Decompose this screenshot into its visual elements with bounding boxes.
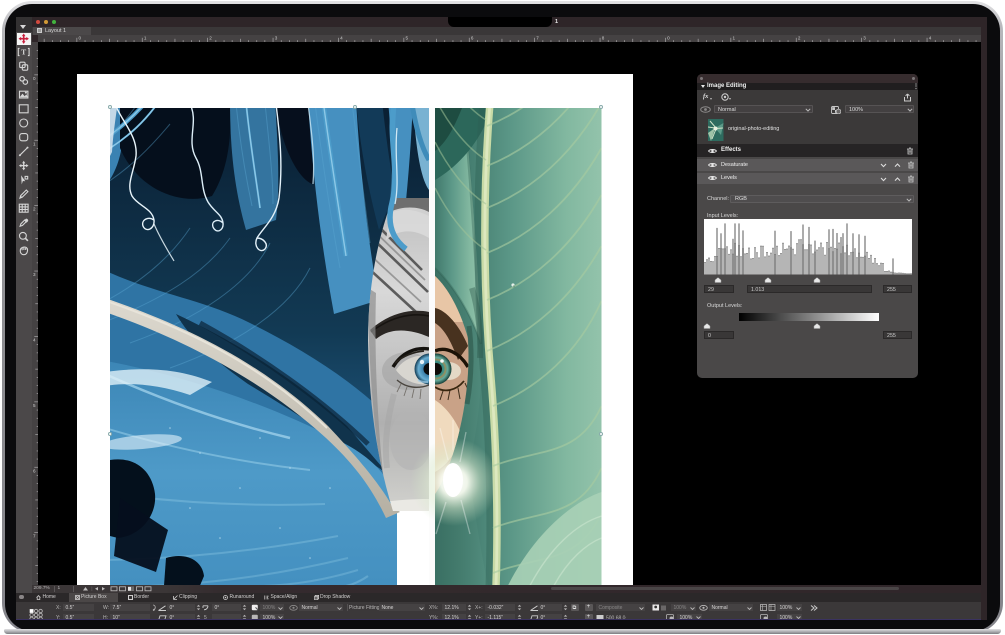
- svg-text:3: 3: [863, 35, 866, 40]
- svg-text:T: T: [21, 48, 26, 57]
- svg-text:4: 4: [340, 35, 343, 40]
- svg-text:4: 4: [929, 35, 932, 40]
- svg-text:4: 4: [33, 337, 36, 342]
- svg-text:5: 5: [33, 402, 36, 407]
- svg-text:0: 0: [667, 35, 670, 40]
- svg-text:6: 6: [33, 468, 36, 473]
- svg-text:3: 3: [33, 272, 36, 277]
- svg-text:0: 0: [33, 75, 36, 80]
- svg-text:8: 8: [602, 35, 605, 40]
- svg-text:7: 7: [33, 533, 36, 538]
- svg-text:5: 5: [406, 35, 409, 40]
- svg-text:3: 3: [275, 35, 278, 40]
- svg-text:1: 1: [33, 141, 36, 146]
- svg-text:0: 0: [79, 35, 82, 40]
- svg-text:7: 7: [536, 35, 539, 40]
- svg-text:6: 6: [471, 35, 474, 40]
- svg-text:2: 2: [209, 35, 212, 40]
- svg-text:1: 1: [733, 35, 736, 40]
- svg-text:2: 2: [798, 35, 801, 40]
- svg-text:2: 2: [33, 206, 36, 211]
- svg-text:1: 1: [144, 35, 147, 40]
